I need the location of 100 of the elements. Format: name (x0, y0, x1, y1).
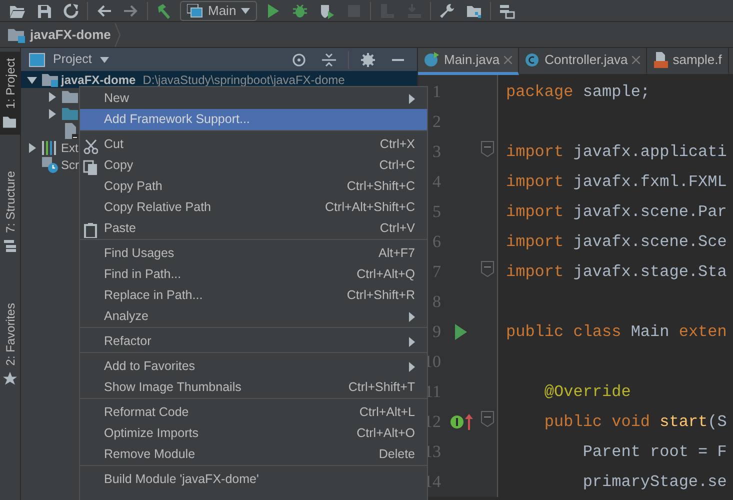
menu-item-label: Refactor (104, 333, 152, 350)
folder-icon (4, 114, 18, 129)
menu-item[interactable]: Copy Ctrl+C (80, 155, 427, 176)
shortcut-label: Ctrl+X (380, 136, 415, 154)
menu-item[interactable]: Reformat Code Ctrl+Alt+L (80, 402, 427, 423)
menu-item-label: Copy Path (104, 178, 162, 196)
chevron-icon (114, 22, 121, 46)
code-line: primaryStage.se (582, 472, 727, 493)
menu-item[interactable]: Build Module 'javaFX-dome' (80, 469, 427, 490)
scratch-file-icon (42, 156, 58, 172)
menu-item[interactable]: Paste Ctrl+V (80, 218, 427, 239)
shortcut-label: Ctrl+Shift+C (346, 178, 415, 196)
fold-icon (481, 141, 494, 158)
menu-item[interactable]: Show Image Thumbnails Ctrl+Shift+T (80, 377, 427, 398)
tree-item-label[interactable]: Scr (61, 156, 79, 174)
code-line: import javafx.scene.Sce (506, 232, 727, 253)
menu-item[interactable]: Analyze (80, 306, 427, 327)
panel-title[interactable]: Project (53, 50, 92, 69)
menu-item[interactable]: Replace in Path... Ctrl+Shift+R (80, 285, 427, 306)
class-run-icon (424, 52, 440, 68)
window-icon (187, 4, 203, 18)
code-line: public class Main exten (506, 322, 727, 343)
class-icon (524, 52, 541, 68)
menu-item[interactable]: Find Usages Alt+F7 (80, 243, 427, 264)
shield-run-icon (319, 2, 336, 18)
editor-tab[interactable]: sample.f (646, 48, 729, 75)
back-arrow-icon (96, 2, 112, 18)
tool-window-tab[interactable]: 2: Favorites (0, 296, 21, 392)
editor-tab[interactable]: Main.java (418, 48, 519, 75)
shortcut-label: Alt+F7 (378, 245, 415, 262)
run-configuration-dropdown[interactable]: Main (180, 0, 258, 20)
library-bars-icon (42, 140, 58, 156)
wrench-icon (439, 2, 456, 18)
minimize-icon (392, 58, 404, 60)
caret-icon (241, 8, 250, 14)
code-line: import javafx.scene.Par (506, 202, 727, 223)
menu-item-label: Build Module 'javaFX-dome' (104, 471, 259, 488)
menu-item-label: Analyze (104, 308, 148, 326)
shortcut-label: Ctrl+Alt+O (356, 425, 415, 442)
shortcut-label: Ctrl+Alt+Shift+C (325, 199, 415, 216)
menu-item[interactable]: Copy Path Ctrl+Shift+C (80, 176, 427, 197)
fold-toggle[interactable] (481, 411, 494, 428)
menu-item-label: Add to Favorites (104, 358, 196, 376)
code-line: import javafx.applicati (506, 142, 727, 163)
menu-item[interactable]: Cut Ctrl+X (80, 134, 427, 155)
menu-item[interactable]: Remove Module Delete (80, 444, 427, 465)
menu-item[interactable]: Add to Favorites (80, 356, 427, 377)
menu-item-label: Optimize Imports (104, 425, 198, 442)
shortcut-label: Ctrl+Shift+T (348, 379, 415, 396)
panel-icon (29, 52, 45, 66)
star-icon (4, 371, 18, 386)
menu-item[interactable]: Optimize Imports Ctrl+Alt+O (80, 423, 427, 444)
tree-item-label[interactable]: Ext (61, 138, 78, 156)
folder-icon (62, 106, 78, 122)
menu-item-label: Copy Relative Path (104, 199, 212, 216)
menu-item-label: Paste (104, 220, 136, 238)
menu-item-label: Cut (104, 136, 124, 154)
tree-item-label[interactable]: javaFX-dome (61, 70, 136, 88)
gear-icon (361, 52, 375, 66)
file-icon (62, 122, 78, 138)
collapse-arrow[interactable] (27, 74, 39, 84)
run-icon (265, 2, 282, 18)
menu-item-label: Find in Path... (104, 266, 182, 284)
markup-file-icon (652, 52, 669, 68)
module-folder-icon (42, 72, 58, 88)
collapse-icon (322, 52, 336, 66)
menu-item-label: New (104, 90, 130, 108)
code-line: Parent root = F (582, 442, 727, 463)
forward-arrow-icon (123, 2, 139, 18)
server-stack-icon (499, 2, 516, 18)
tool-window-tab[interactable]: 7: Structure (0, 164, 21, 259)
menu-item[interactable]: Find in Path... Ctrl+Alt+Q (80, 264, 427, 285)
menu-item[interactable]: New (80, 88, 427, 109)
code-line: public void start(S (543, 412, 727, 433)
shortcut-label: Ctrl+Alt+Q (356, 266, 415, 284)
code-line: @Override (543, 382, 631, 403)
fold-toggle[interactable] (481, 261, 494, 278)
menu-item[interactable]: Copy Relative Path Ctrl+Alt+Shift+C (80, 197, 427, 218)
fold-toggle[interactable] (481, 141, 494, 158)
breadcrumb-item[interactable]: javaFX-dome (30, 24, 111, 44)
crosshair-icon (292, 52, 306, 66)
module-folder-icon (8, 26, 26, 42)
tool-window-tab[interactable]: 1: Project (0, 52, 21, 135)
hammer-icon (156, 2, 172, 18)
code-line: import javafx.fxml.FXML (506, 172, 727, 193)
menu-item[interactable]: Add Framework Support... (80, 109, 427, 130)
structure-icon (4, 238, 18, 253)
bug-icon (292, 2, 308, 18)
refresh-icon (63, 2, 79, 18)
menu-item-label: Add Framework Support... (104, 111, 250, 128)
editor-tab[interactable]: Controller.java (518, 48, 647, 75)
menu-item-label: Show Image Thumbnails (104, 379, 242, 396)
triangle-icon (27, 142, 37, 152)
shortcut-label: Delete (378, 446, 415, 464)
menu-item[interactable]: Refactor (80, 331, 427, 352)
fold-icon (481, 411, 494, 428)
run-gutter-button[interactable] (454, 323, 468, 341)
menu-item-label: Find Usages (104, 245, 174, 262)
run-icon (454, 323, 468, 341)
shortcut-label: Ctrl+Shift+R (346, 287, 415, 304)
